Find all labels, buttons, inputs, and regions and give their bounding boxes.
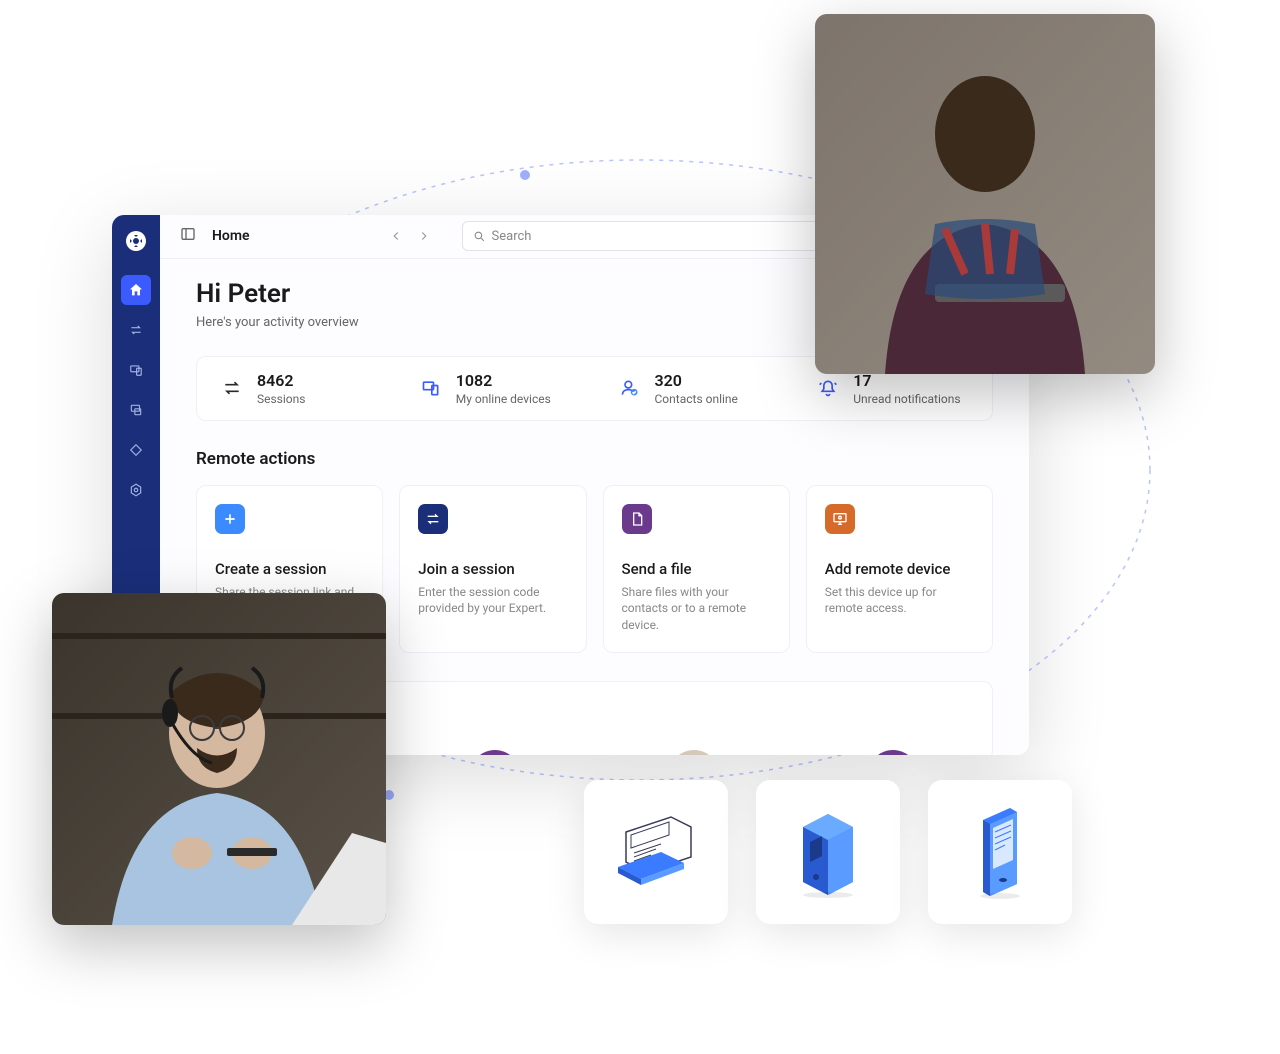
person-photo-placeholder [52,593,386,925]
action-title: Join a session [418,560,567,578]
avatar [470,750,520,755]
stat-devices[interactable]: 1082 My online devices [396,371,595,406]
transfer-icon [129,323,143,337]
sidebar-item-devices[interactable] [121,355,151,385]
hero-photo-tablet-user [815,14,1155,374]
contacts-icon [619,377,641,399]
tag-icon [129,443,143,457]
chevron-left-icon [389,229,403,243]
app-logo[interactable] [122,227,150,255]
avatar [868,750,918,755]
action-send-file[interactable]: Send a file Share files with your contac… [603,485,790,653]
avatar [669,750,719,755]
contact-item[interactable] [425,710,565,755]
home-icon [128,282,144,298]
remote-actions-title: Remote actions [196,449,993,469]
action-title: Send a file [622,560,771,578]
device-card-phone[interactable] [928,780,1072,924]
action-title: Create a session [215,560,364,578]
devices-icon [129,363,143,377]
action-join-session[interactable]: Join a session Enter the session code pr… [399,485,586,653]
laptop-icon [606,807,706,897]
file-icon [622,504,652,534]
stat-value: 1082 [456,371,551,390]
stat-label: My online devices [456,392,551,406]
hex-icon [129,483,143,497]
stat-label: Unread notifications [853,392,960,406]
device-card-server[interactable] [756,780,900,924]
sidebar-item-sessions[interactable] [121,315,151,345]
device-alt-icon [129,403,143,417]
action-add-device[interactable]: Add remote device Set this device up for… [806,485,993,653]
sidebar-item-home[interactable] [121,275,151,305]
search-icon [473,230,486,243]
plus-icon [215,504,245,534]
path-dot [520,170,530,180]
sidebar-item-settings[interactable] [121,475,151,505]
devices-icon [420,377,442,399]
stat-sessions[interactable]: 8462 Sessions [197,371,396,406]
bell-icon [817,377,839,399]
device-cards-row [584,780,1072,924]
sessions-icon [221,377,243,399]
server-icon [788,802,868,902]
monitor-icon [825,504,855,534]
action-desc: Share files with your contacts or to a r… [622,584,771,634]
hero-photo-support-agent [52,593,386,925]
nav-back[interactable] [386,226,406,246]
logo-icon [124,229,148,253]
device-card-laptop[interactable] [584,780,728,924]
contact-item[interactable] [624,710,764,755]
page-title: Home [212,228,250,244]
sidebar-item-tag[interactable] [121,435,151,465]
sidebar-item-messaging[interactable] [121,395,151,425]
stat-label: Contacts online [655,392,738,406]
stat-value: 8462 [257,371,305,390]
nav-forward[interactable] [414,226,434,246]
contact-item[interactable] [823,710,963,755]
stat-label: Sessions [257,392,305,406]
stat-notifications[interactable]: 17 Unread notifications [793,371,992,406]
stat-contacts[interactable]: 320 Contacts online [595,371,794,406]
chevron-right-icon [417,229,431,243]
person-photo-placeholder [815,14,1155,374]
phone-icon [965,802,1035,902]
action-desc: Set this device up for remote access. [825,584,974,618]
action-desc: Enter the session code provided by your … [418,584,567,618]
stat-value: 320 [655,371,738,390]
nav-arrows [386,226,434,246]
panel-toggle-icon[interactable] [180,226,196,246]
transfer-icon [418,504,448,534]
action-title: Add remote device [825,560,974,578]
